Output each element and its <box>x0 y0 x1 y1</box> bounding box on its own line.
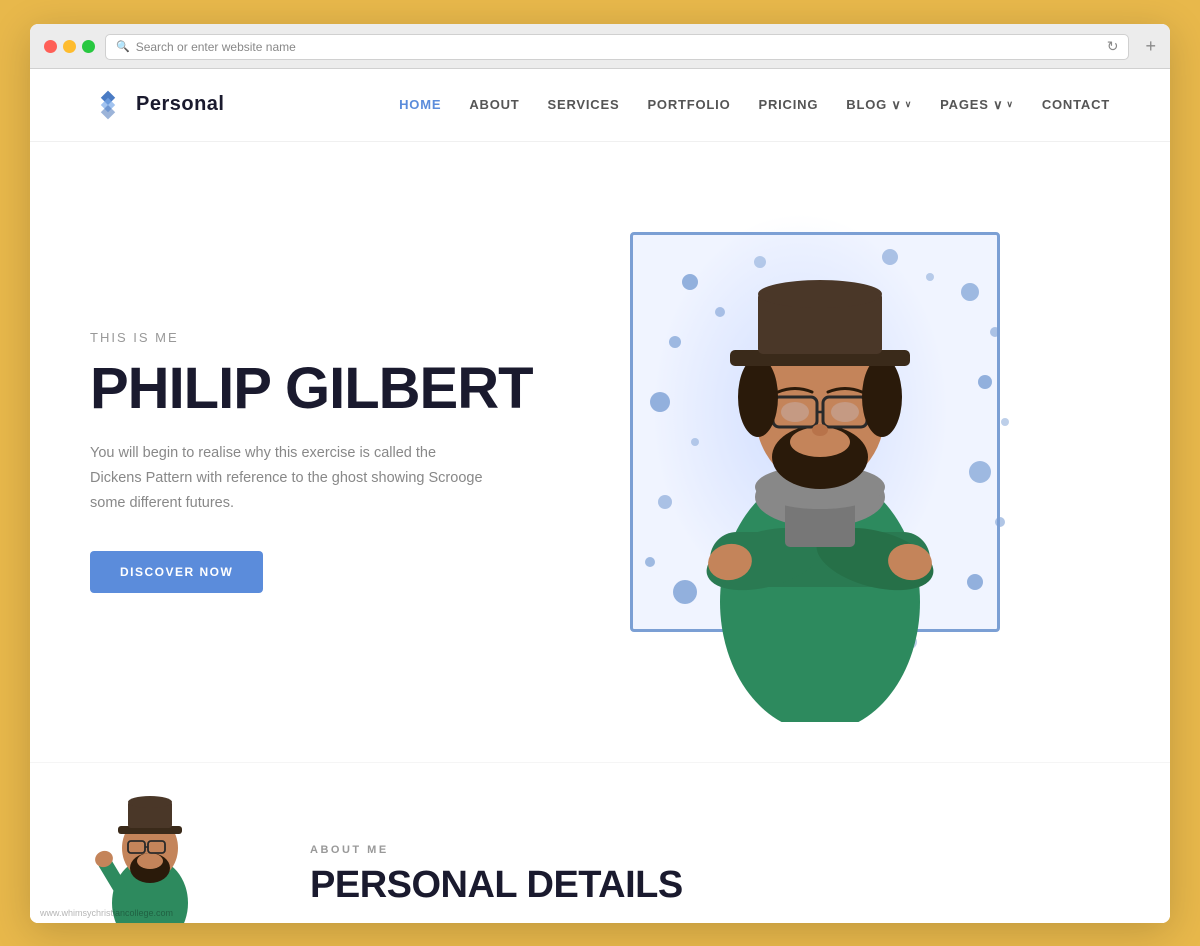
small-person-illustration <box>90 793 210 923</box>
nav-link-blog[interactable]: BLOG ∨ <box>846 97 912 113</box>
about-heading: PERSONAL DETAILS <box>310 864 683 907</box>
refresh-button[interactable]: ↻ <box>1107 38 1119 55</box>
logo-icon <box>90 87 126 123</box>
nav-link-about[interactable]: ABOUT <box>469 97 519 112</box>
nav-link-home[interactable]: HOME <box>399 97 441 112</box>
hero-left: THIS IS ME PHILIP GILBERT You will begin… <box>90 330 570 594</box>
hero-subtitle: THIS IS ME <box>90 330 570 345</box>
traffic-lights <box>44 40 95 53</box>
nav-link-services[interactable]: SERVICES <box>548 97 620 112</box>
new-tab-button[interactable]: + <box>1145 36 1156 57</box>
hero-right <box>570 202 1110 722</box>
address-bar[interactable]: 🔍 Search or enter website name ↻ <box>105 34 1129 60</box>
nav-item-contact[interactable]: CONTACT <box>1042 96 1110 114</box>
nav-item-pages[interactable]: PAGES ∨ <box>940 97 1014 113</box>
maximize-button[interactable] <box>82 40 95 53</box>
nav-item-about[interactable]: ABOUT <box>469 96 519 114</box>
nav-link-pages[interactable]: PAGES ∨ <box>940 97 1014 113</box>
nav-item-home[interactable]: HOME <box>399 96 441 114</box>
nav-item-services[interactable]: SERVICES <box>548 96 620 114</box>
discover-button[interactable]: DISCOVER NOW <box>90 551 263 593</box>
hero-name: PHILIP GILBERT <box>90 359 570 420</box>
nav-item-pricing[interactable]: PRICING <box>758 96 818 114</box>
nav-item-blog[interactable]: BLOG ∨ <box>846 97 912 113</box>
nav-link-contact[interactable]: CONTACT <box>1042 97 1110 112</box>
hero-section: THIS IS ME PHILIP GILBERT You will begin… <box>30 142 1170 762</box>
address-text: Search or enter website name <box>136 40 296 54</box>
logo-text: Personal <box>136 93 224 116</box>
about-text-block: ABOUT ME PERSONAL DETAILS <box>310 844 683 923</box>
about-avatar <box>90 793 210 923</box>
nav-link-portfolio[interactable]: PORTFOLIO <box>647 97 730 112</box>
about-label: ABOUT ME <box>310 844 683 856</box>
browser-window: 🔍 Search or enter website name ↻ + Perso… <box>30 24 1170 923</box>
minimize-button[interactable] <box>63 40 76 53</box>
browser-chrome: 🔍 Search or enter website name ↻ + <box>30 24 1170 69</box>
nav-item-portfolio[interactable]: PORTFOLIO <box>647 96 730 114</box>
about-section-preview: ABOUT ME PERSONAL DETAILS www.whimsychri… <box>30 762 1170 923</box>
search-icon: 🔍 <box>116 40 130 53</box>
nav-link-pricing[interactable]: PRICING <box>758 97 818 112</box>
close-button[interactable] <box>44 40 57 53</box>
person-illustration <box>610 222 1030 722</box>
logo-area[interactable]: Personal <box>90 87 224 123</box>
navbar: Personal HOME ABOUT SERVICES PORTFOLIO P… <box>30 69 1170 142</box>
website-content: Personal HOME ABOUT SERVICES PORTFOLIO P… <box>30 69 1170 923</box>
hero-description: You will begin to realise why this exerc… <box>90 441 490 515</box>
nav-links: HOME ABOUT SERVICES PORTFOLIO PRICING BL… <box>399 96 1110 114</box>
watermark: www.whimsychristiancollege.com <box>40 908 173 918</box>
